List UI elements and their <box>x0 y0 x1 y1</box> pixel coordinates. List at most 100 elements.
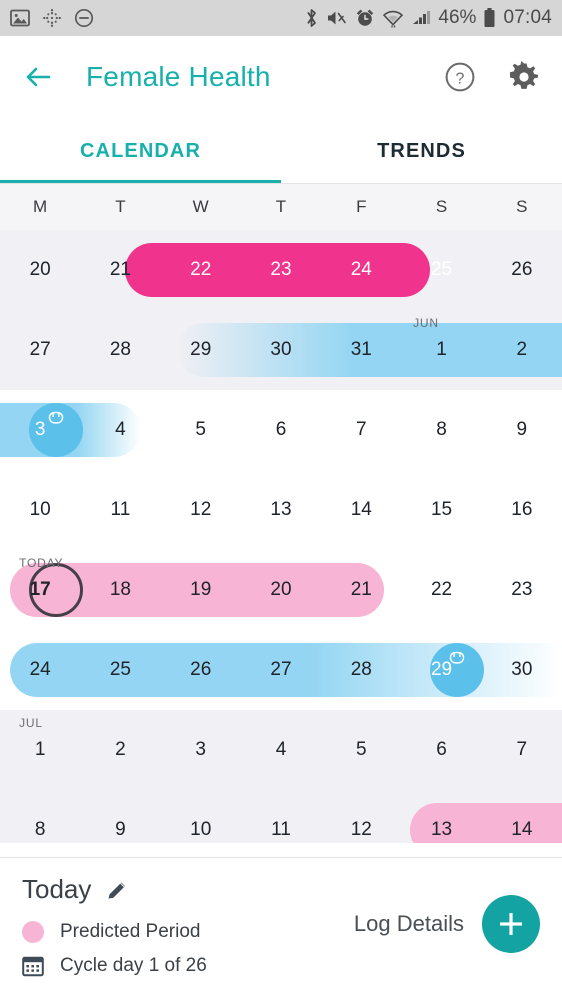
calendar-day[interactable]: 22 <box>161 230 241 310</box>
help-icon[interactable]: ? <box>444 61 476 93</box>
alarm-icon <box>357 9 374 26</box>
calendar-day[interactable]: 13 <box>241 470 321 550</box>
calendar-day[interactable]: 5 <box>321 710 401 790</box>
calendar-icon <box>22 956 44 977</box>
calendar-day[interactable]: 24 <box>321 230 401 310</box>
calendar-day[interactable]: 4 <box>241 710 321 790</box>
do-not-disturb-icon <box>74 8 94 28</box>
gear-icon[interactable] <box>508 61 540 93</box>
tab-calendar-label: CALENDAR <box>79 139 202 162</box>
tab-bar: CALENDAR TRENDS <box>0 118 562 184</box>
calendar-day[interactable]: 6 <box>401 710 481 790</box>
calendar-week-row: JUL 1 2 3 4 5 6 7 <box>0 710 562 790</box>
calendar-day[interactable]: 14 <box>321 470 401 550</box>
calendar-day[interactable]: 25 <box>80 630 160 710</box>
vibrate-icon <box>328 11 347 25</box>
calendar-day[interactable]: 27 <box>241 630 321 710</box>
log-details-label[interactable]: Log Details <box>354 911 464 937</box>
calendar-day[interactable]: 29 <box>161 310 241 390</box>
calendar-day[interactable]: 20 <box>0 230 80 310</box>
calendar-day[interactable]: 25 <box>401 230 481 310</box>
calendar-day[interactable]: 30 <box>241 310 321 390</box>
calendar-day[interactable]: 24 <box>0 630 80 710</box>
calendar-day[interactable]: 19 <box>161 550 241 630</box>
calendar-day[interactable]: 28 <box>80 310 160 390</box>
signal-icon <box>413 11 431 24</box>
pencil-icon[interactable] <box>105 878 129 902</box>
tab-trends-label: TRENDS <box>377 139 466 162</box>
weekday-fri: F <box>356 197 367 216</box>
calendar-day[interactable]: 11 <box>80 470 160 550</box>
calendar-day[interactable]: 12 <box>161 470 241 550</box>
log-details-area: Log Details <box>354 895 540 953</box>
status-bar-right-icons: 46% 07:04 <box>304 7 552 29</box>
today-label: TODAY <box>19 556 64 570</box>
calendar-week-row: 20 21 22 23 24 25 26 <box>0 230 562 310</box>
tab-calendar[interactable]: CALENDAR <box>0 118 281 184</box>
bottom-panel: Today Predicted Period Cycle day 1 of 26 <box>0 857 562 999</box>
status-bar-left-icons <box>10 8 94 28</box>
calendar-day[interactable]: 20 <box>241 550 321 630</box>
weekday-sat: S <box>435 197 448 216</box>
calendar-day[interactable]: 18 <box>80 550 160 630</box>
back-arrow-icon[interactable] <box>22 60 56 94</box>
app-bar: Female Health ? <box>0 36 562 118</box>
calendar-day[interactable]: 4 <box>80 390 160 470</box>
weekday-tue: T <box>115 197 126 216</box>
month-label: JUN <box>413 316 439 330</box>
calendar-day[interactable]: 8 <box>0 790 80 843</box>
status-bar-clock: 07:04 <box>503 7 552 28</box>
calendar-day[interactable]: 3 <box>161 710 241 790</box>
bluetooth-icon <box>307 9 317 27</box>
page-title: Female Health <box>86 61 271 92</box>
calendar-day[interactable]: 26 <box>161 630 241 710</box>
status-bar: 46% 07:04 <box>0 0 562 36</box>
calendar-day[interactable]: 7 <box>482 710 562 790</box>
calendar-day[interactable]: 2 <box>482 310 562 390</box>
calendar-day[interactable]: 11 <box>241 790 321 843</box>
calendar-day[interactable]: 26 <box>482 230 562 310</box>
calendar-day[interactable]: 14 <box>482 790 562 843</box>
app-bar-actions: ? <box>444 61 540 93</box>
battery-icon <box>484 8 495 27</box>
calendar-day[interactable]: 12 <box>321 790 401 843</box>
calendar-day[interactable]: 9 <box>80 790 160 843</box>
calendar-day[interactable]: 7 <box>321 390 401 470</box>
weekday-wed: W <box>192 197 209 216</box>
calendar-day[interactable]: 21 <box>321 550 401 630</box>
calendar-day[interactable]: 23 <box>482 550 562 630</box>
image-icon <box>10 9 30 27</box>
calendar-week-row: 8 9 10 11 12 13 14 <box>0 790 562 843</box>
dots-move-icon <box>43 9 61 27</box>
calendar-day[interactable]: 29 <box>401 630 481 710</box>
calendar-day[interactable]: 3 <box>0 390 80 470</box>
calendar-day[interactable]: 30 <box>482 630 562 710</box>
wifi-icon <box>383 10 404 28</box>
calendar-week-row: 24 25 26 27 28 29 30 <box>0 630 562 710</box>
calendar-day[interactable]: 6 <box>241 390 321 470</box>
calendar-day[interactable]: 15 <box>401 470 481 550</box>
calendar-day[interactable]: 31 <box>321 310 401 390</box>
calendar-day[interactable]: 27 <box>0 310 80 390</box>
calendar-day[interactable]: 10 <box>161 790 241 843</box>
weekday-mon: M <box>33 197 48 216</box>
calendar-grid[interactable]: 20 21 22 23 24 25 26 JUN 27 28 29 30 31 … <box>0 230 562 843</box>
svg-text:?: ? <box>456 71 465 88</box>
calendar-day[interactable]: 16 <box>482 470 562 550</box>
calendar-day[interactable]: 28 <box>321 630 401 710</box>
calendar-week-row: 10 11 12 13 14 15 16 <box>0 470 562 550</box>
tab-trends[interactable]: TRENDS <box>281 118 562 184</box>
battery-percent: 46% <box>438 7 477 28</box>
calendar-day[interactable]: 22 <box>401 550 481 630</box>
calendar-day[interactable]: 2 <box>80 710 160 790</box>
calendar-day[interactable]: 5 <box>161 390 241 470</box>
calendar-day[interactable]: 13 <box>401 790 481 843</box>
calendar-day[interactable]: 10 <box>0 470 80 550</box>
month-label: JUL <box>19 716 43 730</box>
add-log-fab[interactable] <box>482 895 540 953</box>
calendar-day[interactable]: 23 <box>241 230 321 310</box>
calendar-day[interactable]: 9 <box>482 390 562 470</box>
calendar-day[interactable]: 8 <box>401 390 481 470</box>
legend-label: Cycle day 1 of 26 <box>60 955 207 976</box>
calendar-day[interactable]: 21 <box>80 230 160 310</box>
